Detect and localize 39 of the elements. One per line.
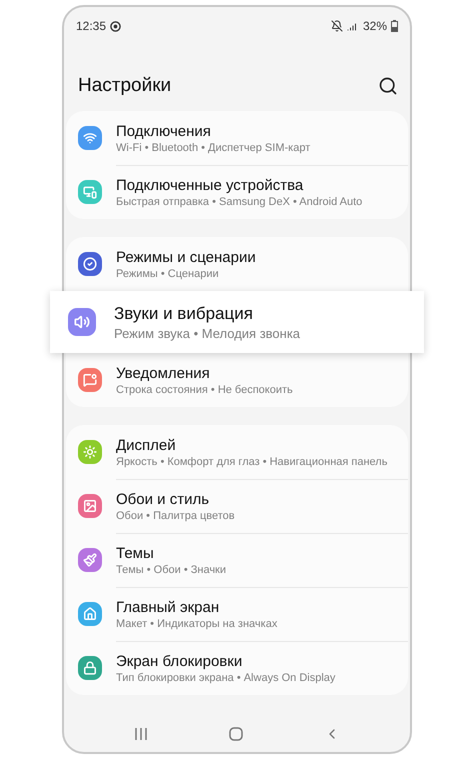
mute-icon	[330, 20, 343, 32]
item-subtitle: Тип блокировки экрана • Always On Display	[116, 672, 336, 684]
item-title: Звуки и вибрация	[114, 304, 254, 324]
settings-item[interactable]: Уведомления Строка состояния • Не беспокоить	[66, 353, 408, 407]
home-button[interactable]	[228, 727, 243, 741]
item-subtitle: Строка состояния • Не беспокоить	[116, 384, 294, 396]
settings-item[interactable]: Звуки и вибрация Режим звука • Мелодия звонка	[50, 291, 424, 353]
battery-icon	[391, 20, 398, 32]
item-title: Темы	[116, 545, 155, 562]
item-title: Режимы и сценарии	[116, 248, 257, 266]
item-title: Экран блокировки	[116, 653, 244, 670]
status-time: 12:35	[76, 19, 106, 33]
item-title: Уведомления	[116, 364, 211, 382]
item-subtitle: Темы • Обои • Значки	[116, 564, 228, 576]
item-subtitle: Режим звука • Мелодия звонка	[114, 326, 302, 340]
item-title: Подключения	[116, 122, 212, 140]
battery-percent: 32%	[362, 19, 387, 33]
item-subtitle: Яркость • Комфорт для глаз • Навигационная панель	[116, 456, 388, 468]
item-subtitle: Режимы • Сценарии	[116, 268, 220, 280]
notification-icon	[110, 20, 122, 32]
settings-item[interactable]: Обои и стиль Обои • Палитра цветов	[66, 479, 408, 533]
settings-item[interactable]: Экран блокировки Тип блокировки экрана • Always On Display	[66, 641, 408, 695]
item-title: Подключенные устройства	[116, 177, 304, 194]
item-subtitle: Обои • Палитра цветов	[116, 510, 236, 522]
item-subtitle: Wi-Fi • Bluetooth • Диспетчер SIM-карт	[116, 142, 312, 154]
settings-item[interactable]: Подключенные устройства Быстрая отправка • Samsung DeX • Android Auto	[66, 165, 408, 219]
settings-item[interactable]: Дисплей Яркость • Комфорт для глаз • Навигационная панель	[66, 425, 408, 479]
item-title: Дисплей	[116, 436, 177, 454]
settings-item[interactable]: Режимы и сценарии Режимы • Сценарии	[66, 237, 408, 291]
settings-item[interactable]: Темы Темы • Обои • Значки	[66, 533, 408, 587]
settings-item[interactable]: Подключения Wi-Fi • Bluetooth • Диспетчер SIM-карт	[66, 111, 408, 165]
item-subtitle: Макет • Индикаторы на значках	[116, 618, 278, 630]
item-subtitle: Быстрая отправка • Samsung DeX • Android Auto	[116, 196, 364, 208]
settings-item[interactable]: Главный экран Макет • Индикаторы на значках	[66, 587, 408, 641]
item-title: Обои и стиль	[116, 491, 210, 508]
page-title: Настройки	[78, 75, 172, 97]
recent-apps-button[interactable]	[134, 727, 148, 741]
search-button[interactable]	[378, 76, 398, 96]
item-title: Главный экран	[116, 599, 220, 616]
